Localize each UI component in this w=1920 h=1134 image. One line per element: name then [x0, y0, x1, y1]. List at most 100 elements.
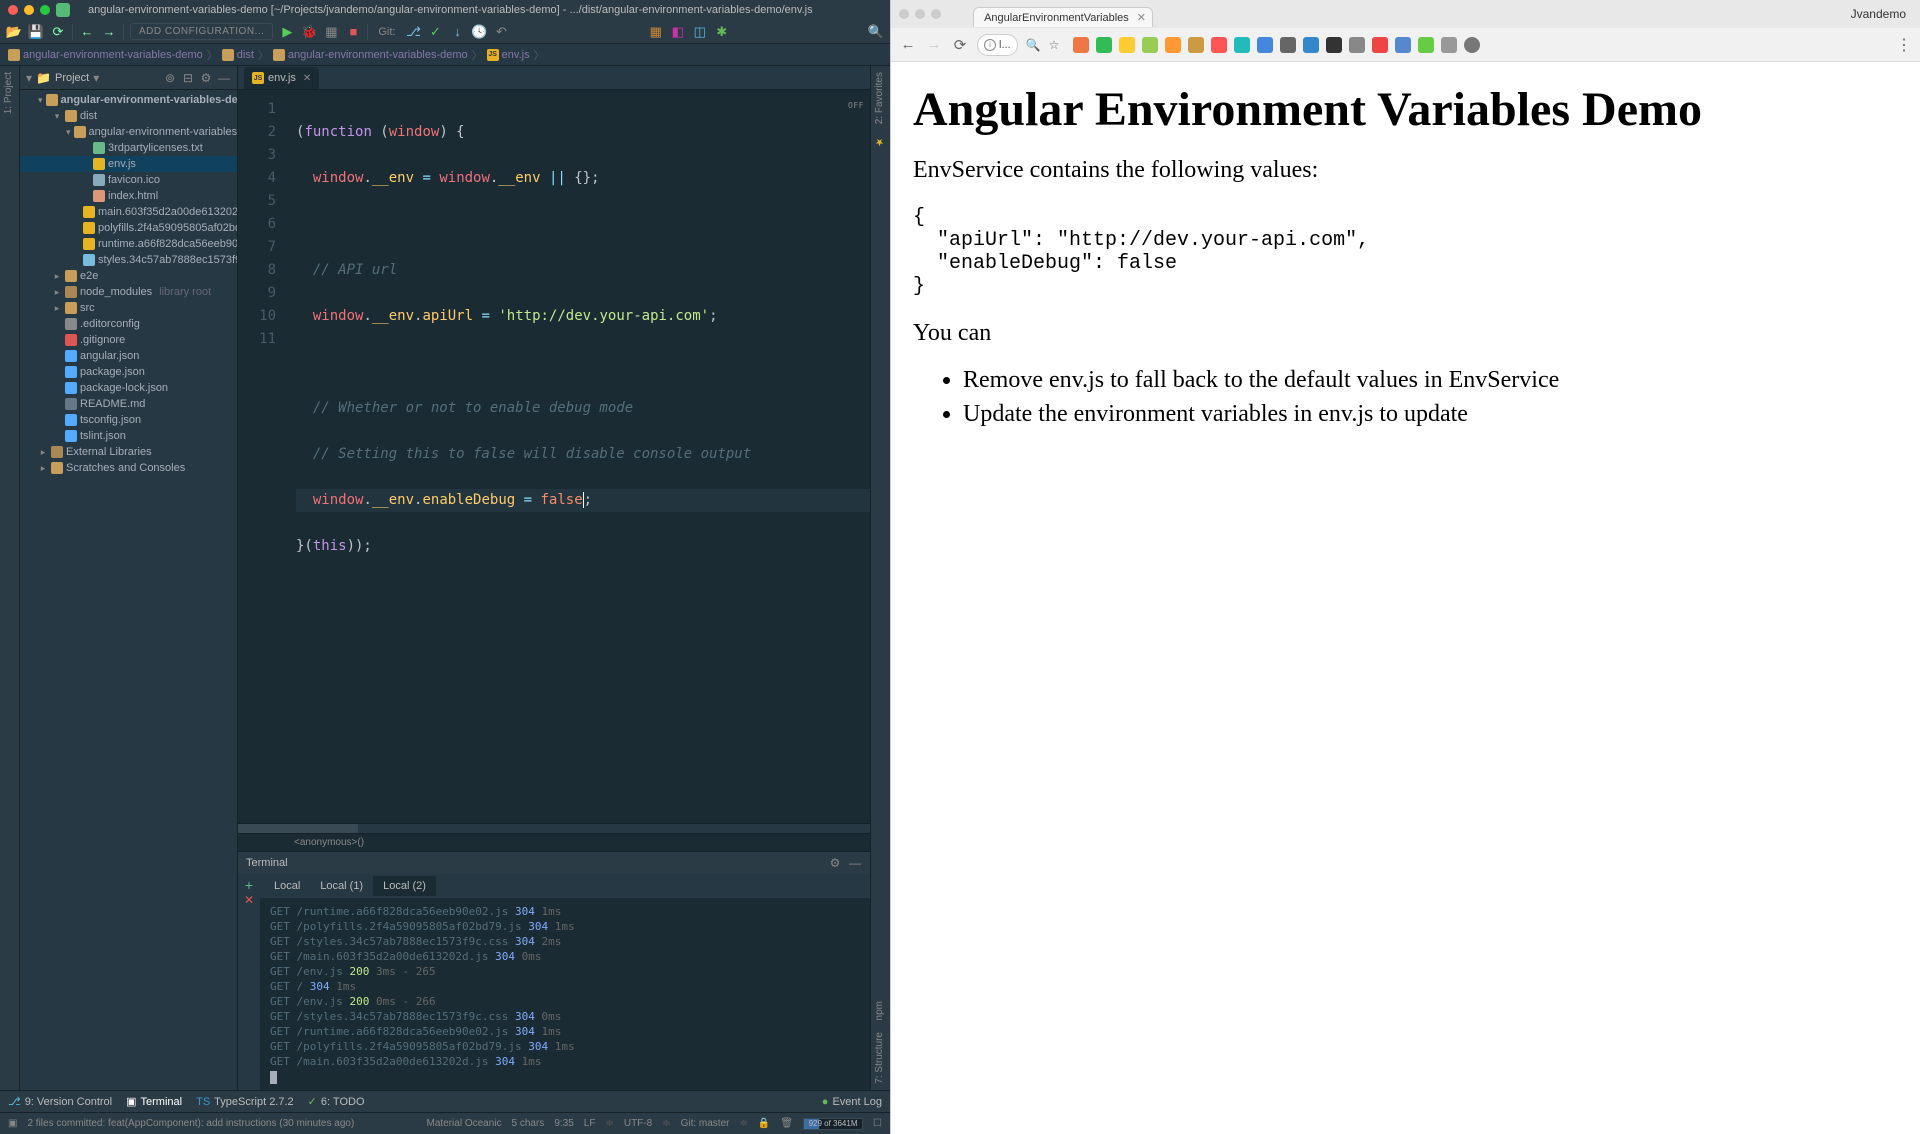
- git-commit-icon[interactable]: ✓: [428, 24, 444, 40]
- close-terminal-icon[interactable]: ✕: [239, 893, 259, 907]
- chevron-icon[interactable]: ▾: [52, 111, 62, 122]
- extension-icon[interactable]: [1326, 37, 1342, 53]
- chevron-down-icon[interactable]: ▾: [93, 71, 99, 85]
- extension-icon[interactable]: [1349, 37, 1365, 53]
- code-content[interactable]: (function (window) { window.__env = wind…: [288, 90, 870, 823]
- extension-icon[interactable]: [1280, 37, 1296, 53]
- tree-item[interactable]: package-lock.json: [20, 380, 237, 396]
- horizontal-scrollbar[interactable]: [238, 823, 870, 833]
- toolbar-app-icon[interactable]: ◧: [670, 24, 686, 40]
- chevron-icon[interactable]: ▸: [38, 463, 48, 474]
- run-icon[interactable]: ▶: [279, 24, 295, 40]
- trash-icon[interactable]: 🗑: [780, 1118, 793, 1129]
- star-icon[interactable]: ★: [871, 130, 890, 153]
- star-icon[interactable]: ☆: [1049, 38, 1060, 52]
- tree-item[interactable]: ▸node_modules library root: [20, 284, 237, 300]
- code-editor[interactable]: OFF 1234567891011 (function (window) { w…: [238, 90, 870, 823]
- gear-icon[interactable]: ⚙: [199, 71, 213, 85]
- git-history-icon[interactable]: 🕓: [472, 24, 488, 40]
- tree-item[interactable]: main.603f35d2a00de613202d.js: [20, 204, 237, 220]
- tool-window-button-typescript[interactable]: TSTypeScript 2.7.2: [196, 1096, 294, 1108]
- tree-item[interactable]: polyfills.2f4a59095805af02bd79.js: [20, 220, 237, 236]
- minimize-window-dot[interactable]: [24, 5, 34, 15]
- info-icon[interactable]: i: [984, 39, 996, 51]
- extension-icon[interactable]: [1165, 37, 1181, 53]
- tree-item[interactable]: ▸External Libraries: [20, 444, 237, 460]
- hide-icon[interactable]: —: [848, 856, 862, 870]
- minimize-window-dot[interactable]: [915, 9, 925, 19]
- tree-item[interactable]: env.js: [20, 156, 237, 172]
- back-button[interactable]: ←: [899, 36, 917, 54]
- tree-item[interactable]: ▸Scratches and Consoles: [20, 460, 237, 476]
- breadcrumb-item[interactable]: angular-environment-variables-demo: [8, 49, 203, 61]
- chevron-icon[interactable]: ▸: [52, 287, 62, 298]
- toolbar-grid-icon[interactable]: ▦: [648, 24, 664, 40]
- back-icon[interactable]: ←: [79, 24, 95, 40]
- terminal-tab-local-1[interactable]: Local (1): [310, 876, 373, 896]
- event-log-button[interactable]: ●Event Log: [822, 1096, 882, 1108]
- chevron-icon[interactable]: ▸: [52, 271, 62, 282]
- tree-item[interactable]: .editorconfig: [20, 316, 237, 332]
- tool-window-button-terminal[interactable]: ▣Terminal: [126, 1095, 182, 1108]
- memory-indicator[interactable]: 929 of 3641M: [803, 1118, 863, 1130]
- tree-item[interactable]: 3rdpartylicenses.txt: [20, 140, 237, 156]
- git-branch[interactable]: Git: master: [681, 1118, 730, 1129]
- collapse-icon[interactable]: ▾: [26, 71, 32, 85]
- add-terminal-icon[interactable]: +: [239, 877, 259, 893]
- tree-item[interactable]: README.md: [20, 396, 237, 412]
- forward-icon[interactable]: →: [101, 24, 117, 40]
- gear-icon[interactable]: ⚙: [828, 856, 842, 870]
- extension-icon[interactable]: [1303, 37, 1319, 53]
- extension-icon[interactable]: [1142, 37, 1158, 53]
- toolbar-layout-icon[interactable]: ◫: [692, 24, 708, 40]
- help-icon[interactable]: [1464, 37, 1480, 53]
- browser-tab[interactable]: AngularEnvironmentVariables ✕: [973, 7, 1153, 27]
- tree-item[interactable]: index.html: [20, 188, 237, 204]
- breadcrumb-item[interactable]: JSenv.js: [487, 49, 530, 61]
- browser-menu-icon[interactable]: ⋮: [1896, 35, 1912, 55]
- extension-icon[interactable]: [1119, 37, 1135, 53]
- tool-window-button-npm[interactable]: npm: [871, 995, 890, 1026]
- extension-icon[interactable]: [1073, 37, 1089, 53]
- zoom-window-dot[interactable]: [931, 9, 941, 19]
- terminal-output[interactable]: GET /runtime.a66f828dca56eeb90e02.js 304…: [260, 898, 870, 1090]
- zoom-window-dot[interactable]: [40, 5, 50, 15]
- tool-window-button-project[interactable]: 1: Project: [0, 66, 19, 120]
- tool-window-button-todo[interactable]: ✓6: TODO: [308, 1095, 365, 1108]
- tree-item[interactable]: styles.34c57ab7888ec1573f9c.css: [20, 252, 237, 268]
- close-tab-icon[interactable]: ✕: [303, 73, 311, 84]
- collapse-all-icon[interactable]: ⊟: [181, 71, 195, 85]
- git-branch-icon[interactable]: ⎇: [406, 24, 422, 40]
- terminal-tab-local[interactable]: Local: [264, 876, 310, 896]
- tree-item[interactable]: tslint.json: [20, 428, 237, 444]
- chevron-down-icon[interactable]: ▾: [38, 95, 43, 106]
- run-configuration-select[interactable]: ADD CONFIGURATION...: [130, 23, 273, 40]
- refresh-icon[interactable]: ⟳: [50, 24, 66, 40]
- tree-item[interactable]: favicon.ico: [20, 172, 237, 188]
- tree-item[interactable]: ▾dist: [20, 108, 237, 124]
- extension-icon[interactable]: [1372, 37, 1388, 53]
- tree-item[interactable]: angular.json: [20, 348, 237, 364]
- tree-item[interactable]: ▸src: [20, 300, 237, 316]
- reload-button[interactable]: ⟳: [951, 36, 969, 54]
- close-tab-icon[interactable]: ✕: [1137, 11, 1146, 24]
- tree-item[interactable]: ▾angular-environment-variables-demo: [20, 124, 237, 140]
- save-icon[interactable]: 💾: [28, 24, 44, 40]
- hide-icon[interactable]: —: [217, 71, 231, 85]
- notifications-icon[interactable]: ☐: [873, 1118, 882, 1129]
- debug-icon[interactable]: 🐞: [301, 24, 317, 40]
- terminal-tab-local-2[interactable]: Local (2): [373, 876, 436, 896]
- address-bar[interactable]: i l...: [977, 34, 1018, 56]
- tool-window-button-favorites[interactable]: 2: Favorites: [871, 66, 890, 130]
- open-icon[interactable]: 📂: [6, 24, 22, 40]
- tree-item[interactable]: tsconfig.json: [20, 412, 237, 428]
- chevron-icon[interactable]: ▸: [38, 447, 48, 458]
- tool-window-button-structure[interactable]: 7: Structure: [871, 1026, 890, 1090]
- editor-breadcrumb[interactable]: <anonymous>(): [238, 833, 870, 851]
- chevron-icon[interactable]: ▾: [66, 127, 71, 138]
- extension-icon[interactable]: [1234, 37, 1250, 53]
- profile-name[interactable]: Jvandemo: [1851, 7, 1906, 21]
- tree-root[interactable]: ▾ angular-environment-variables-demo ~/P…: [20, 92, 237, 108]
- git-update-icon[interactable]: ↓: [450, 24, 466, 40]
- tree-item[interactable]: runtime.a66f828dca56eeb90e02.js: [20, 236, 237, 252]
